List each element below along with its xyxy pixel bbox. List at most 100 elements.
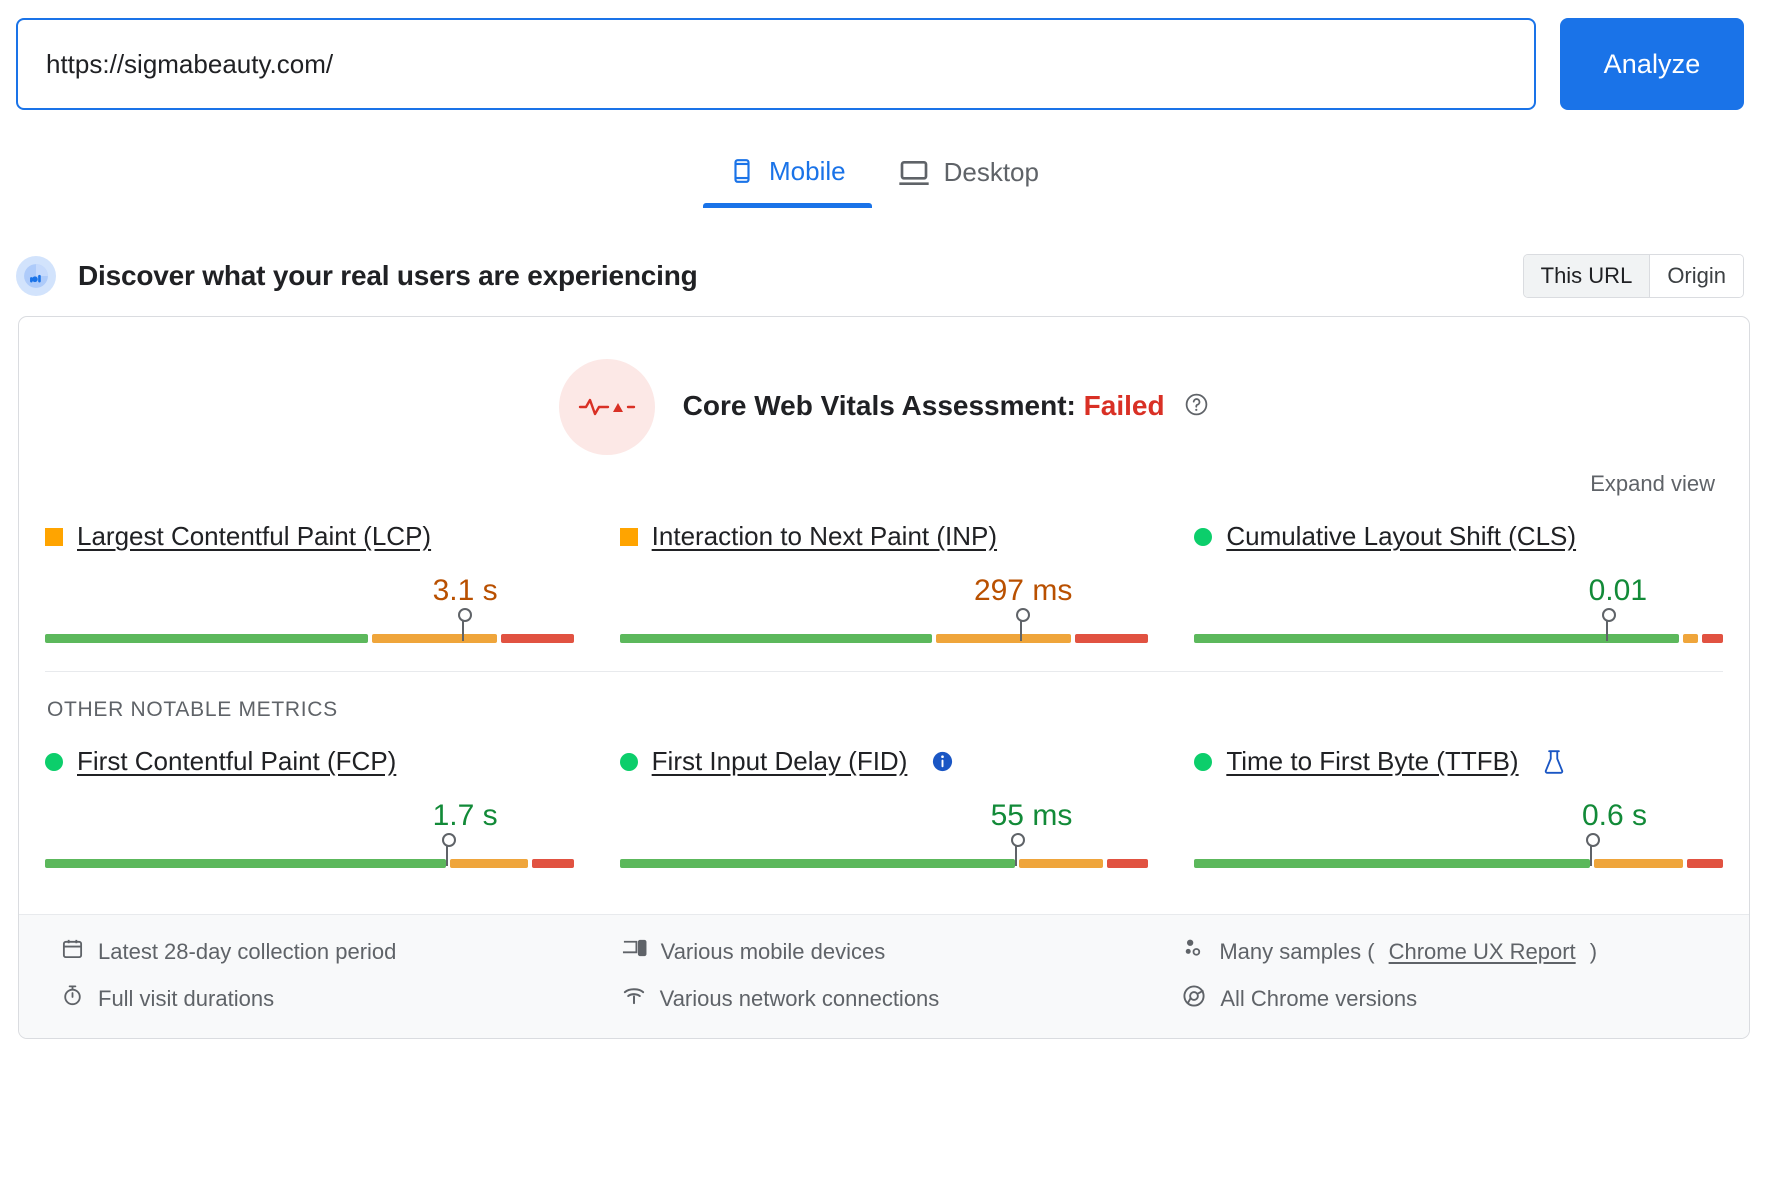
bar-segment-good (45, 634, 368, 643)
metric-inp: Interaction to Next Paint (INP) 297 ms (619, 521, 1149, 671)
expand-view-row: Expand view (19, 465, 1749, 497)
metric-ttfb-title[interactable]: Time to First Byte (TTFB) (1226, 746, 1518, 777)
distribution-bar (619, 859, 1149, 868)
bar-segment-poor (1702, 634, 1723, 643)
chrome-icon (1182, 984, 1206, 1014)
status-marker-average (45, 527, 63, 546)
bar-segment-good (619, 859, 1016, 868)
bar-segment-average (936, 634, 1072, 643)
metric-cls-value: 0.01 (1588, 574, 1647, 607)
footer-visit-durations: Full visit durations (61, 984, 602, 1013)
status-marker-good (1194, 527, 1213, 546)
bar-segment-poor (500, 634, 574, 643)
scope-this-url-button[interactable]: This URL (1523, 255, 1650, 297)
metric-lcp-value: 3.1 s (432, 574, 498, 607)
footer-chrome-versions: All Chrome versions (1182, 984, 1723, 1014)
info-icon[interactable] (931, 750, 954, 773)
metric-lcp-distribution (45, 608, 574, 643)
metric-lcp: Largest Contentful Paint (LCP) 3.1 s (45, 521, 574, 671)
metric-fcp-value: 1.7 s (432, 799, 498, 832)
bar-segment-good (1194, 859, 1591, 868)
distribution-bar (45, 859, 574, 868)
bar-segment-poor (532, 859, 574, 868)
mobile-icon (729, 154, 755, 188)
metric-inp-value: 297 ms (973, 574, 1073, 607)
bar-segment-average (1682, 634, 1699, 643)
devices-icon (622, 937, 647, 966)
desktop-icon (898, 158, 930, 188)
other-metrics-label: OTHER NOTABLE METRICS (47, 698, 338, 721)
scope-origin-button[interactable]: Origin (1649, 255, 1743, 297)
pulse-failed-icon (558, 359, 655, 455)
bar-segment-good (619, 634, 933, 643)
calendar-icon (61, 937, 84, 966)
tab-mobile-label: Mobile (769, 155, 846, 186)
metric-lcp-title[interactable]: Largest Contentful Paint (LCP) (77, 521, 431, 552)
bar-segment-poor (1106, 859, 1149, 868)
chrome-ux-report-link[interactable]: Chrome UX Report (1389, 939, 1576, 965)
metric-fid: First Input Delay (FID) 55 ms (619, 746, 1149, 896)
tab-mobile[interactable]: Mobile (703, 144, 872, 208)
card-footer: Latest 28-day collection period Full vis… (19, 914, 1749, 1038)
footer-column-1: Latest 28-day collection period Full vis… (61, 937, 602, 1014)
url-bar-row: Analyze (0, 0, 1768, 110)
metric-inp-title[interactable]: Interaction to Next Paint (INP) (652, 521, 997, 552)
status-marker-good (619, 752, 638, 771)
metric-fid-value: 55 ms (990, 799, 1073, 832)
footer-samples-label-after: ) (1589, 938, 1598, 964)
metric-lcp-head: Largest Contentful Paint (LCP) (45, 521, 574, 552)
network-icon (622, 984, 646, 1013)
metric-cls: Cumulative Layout Shift (CLS) 0.01 (1194, 521, 1723, 671)
metric-ttfb-head: Time to First Byte (TTFB) (1194, 746, 1723, 777)
scope-toggle: This URL Origin (1522, 254, 1744, 298)
metric-ttfb-value: 0.6 s (1581, 799, 1647, 832)
bar-segment-poor (1686, 859, 1723, 868)
bar-segment-average (371, 634, 497, 643)
other-metrics-grid: First Contentful Paint (FCP) 1.7 s First… (19, 722, 1749, 896)
analyze-button[interactable]: Analyze (1560, 18, 1744, 110)
metric-ttfb-distribution (1194, 833, 1723, 868)
field-data-icon (16, 256, 56, 296)
bar-segment-good (45, 859, 446, 868)
status-badge: Failed (1083, 390, 1165, 422)
distribution-bar (1194, 634, 1723, 643)
value-pin-marker (441, 833, 456, 866)
help-circle-icon[interactable] (1184, 392, 1209, 424)
metric-fcp-head: First Contentful Paint (FCP) (45, 746, 574, 777)
page-title: Discover what your real users are experi… (78, 260, 698, 291)
footer-chrome-versions-label: All Chrome versions (1220, 986, 1418, 1011)
status-marker-good (1194, 752, 1213, 771)
footer-visit-durations-label: Full visit durations (98, 985, 275, 1011)
status-marker-average (619, 527, 638, 546)
form-factor-tabs: Mobile Desktop (0, 144, 1768, 208)
expand-view-button[interactable]: Expand view (1590, 471, 1715, 497)
value-pin-marker (1011, 833, 1026, 866)
flask-icon[interactable] (1543, 749, 1565, 775)
metric-fcp: First Contentful Paint (FCP) 1.7 s (45, 746, 574, 896)
footer-devices-label: Various mobile devices (660, 938, 886, 964)
footer-network: Various network connections (622, 984, 1163, 1013)
footer-collection-period-label: Latest 28-day collection period (98, 938, 397, 964)
metric-fcp-title[interactable]: First Contentful Paint (FCP) (77, 746, 396, 777)
metric-fid-title[interactable]: First Input Delay (FID) (652, 746, 908, 777)
value-pin-marker (1016, 608, 1031, 641)
metric-fcp-distribution (45, 833, 574, 868)
metric-cls-head: Cumulative Layout Shift (CLS) (1194, 521, 1723, 552)
bar-segment-poor (1075, 634, 1149, 643)
tab-desktop-label: Desktop (943, 157, 1039, 187)
footer-column-3: Many samples ( Chrome UX Report) All Chro… (1182, 937, 1723, 1014)
samples-icon (1182, 937, 1205, 966)
footer-samples-label: Many samples ( (1219, 938, 1375, 964)
metric-ttfb: Time to First Byte (TTFB) 0.6 s (1194, 746, 1723, 896)
metric-inp-distribution (619, 608, 1149, 643)
core-web-vitals-assessment: Core Web Vitals Assessment: Failed (19, 317, 1749, 465)
tab-desktop[interactable]: Desktop (872, 147, 1065, 208)
bar-segment-average (1594, 859, 1683, 868)
metric-fid-distribution (619, 833, 1149, 868)
metric-cls-distribution (1194, 608, 1723, 643)
distribution-bar (1194, 859, 1723, 868)
metric-cls-title[interactable]: Cumulative Layout Shift (CLS) (1226, 521, 1576, 552)
url-input[interactable] (16, 18, 1536, 110)
stopwatch-icon (61, 984, 84, 1013)
metric-inp-head: Interaction to Next Paint (INP) (619, 521, 1149, 552)
